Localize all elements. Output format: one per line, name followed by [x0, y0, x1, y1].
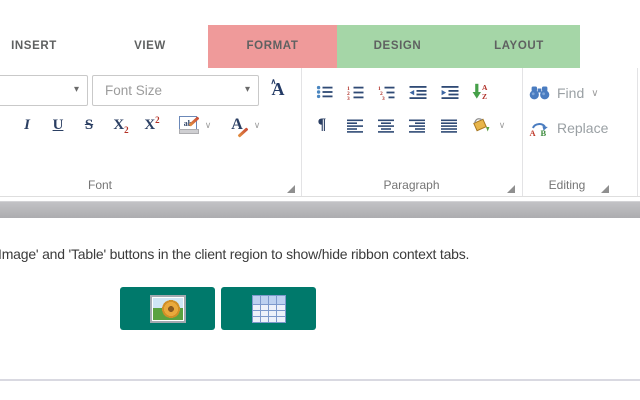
scroll-bar[interactable]	[0, 201, 640, 218]
svg-text:B: B	[541, 128, 547, 137]
highlight-color-dropdown[interactable]: ∨	[201, 112, 215, 138]
increase-indent-button[interactable]	[440, 80, 459, 104]
bullet-list-button[interactable]	[315, 80, 333, 104]
increase-indent-icon	[441, 85, 459, 99]
align-left-button[interactable]	[346, 116, 364, 136]
align-center-icon	[378, 119, 395, 133]
instruction-text: Image' and 'Table' buttons in the client…	[0, 246, 469, 262]
numbered-list-icon: 1 2 3	[347, 85, 364, 100]
font-color-button[interactable]: A	[224, 112, 250, 138]
grow-font-button[interactable]: A ∧	[263, 77, 293, 103]
align-left-icon	[347, 119, 364, 133]
table-button[interactable]	[221, 287, 316, 330]
decrease-indent-icon	[409, 85, 427, 99]
editing-group-label: Editing	[522, 177, 612, 193]
paragraph-group-label: Paragraph	[301, 177, 522, 193]
chevron-down-icon: ∨	[499, 120, 506, 131]
sort-button[interactable]: A Z	[471, 78, 489, 104]
chevron-down-icon: ∨	[254, 120, 261, 131]
find-button[interactable]: Find ∨	[529, 81, 599, 105]
justify-icon	[441, 119, 458, 133]
highlight-color-icon: ab	[179, 116, 197, 130]
align-right-button[interactable]	[408, 116, 426, 136]
sunflower-graphic	[162, 300, 180, 318]
strikethrough-icon: S	[85, 118, 93, 133]
font-color-dropdown[interactable]: ∨	[250, 112, 264, 138]
italic-icon: I	[24, 118, 30, 133]
svg-text:3: 3	[347, 96, 350, 100]
pilcrow-icon: ¶	[318, 117, 327, 133]
bullet-list-icon	[316, 85, 333, 99]
shading-dropdown[interactable]: ∨	[495, 112, 509, 138]
tab-insert[interactable]: INSERT	[0, 25, 94, 68]
find-label: Find	[557, 85, 584, 101]
chevron-down-icon: ∨	[205, 120, 212, 131]
paragraph-marks-button[interactable]: ¶	[313, 112, 331, 138]
client-region-divider	[0, 379, 640, 381]
font-dialog-launcher[interactable]	[287, 185, 295, 193]
table-icon	[252, 295, 286, 323]
ribbon-bottom-border	[0, 196, 640, 197]
underline-button[interactable]: U	[45, 112, 71, 138]
tab-view[interactable]: VIEW	[90, 25, 210, 68]
font-name-input[interactable]	[0, 76, 63, 105]
ribbon-right-border	[637, 68, 638, 197]
image-icon-picture	[153, 298, 183, 320]
svg-text:A: A	[482, 83, 488, 92]
highlight-color-bar	[179, 129, 199, 134]
subscript-button[interactable]: X 2	[108, 112, 134, 138]
svg-text:3: 3	[382, 96, 385, 100]
tab-design[interactable]: DESIGN	[337, 25, 458, 68]
decrease-indent-button[interactable]	[408, 80, 427, 104]
underline-icon: U	[53, 118, 64, 133]
tab-format[interactable]: FORMAT	[208, 25, 337, 68]
superscript-digit: 2	[155, 116, 160, 125]
replace-button[interactable]: A B Replace	[529, 116, 608, 140]
chevron-down-icon[interactable]: ∨	[591, 88, 598, 99]
image-icon	[150, 295, 186, 323]
align-right-icon	[409, 119, 426, 133]
grow-font-caret-icon: ∧	[271, 77, 277, 86]
font-group-label: Font	[0, 177, 200, 193]
subscript-digit: 2	[124, 126, 129, 135]
superscript-icon: X	[144, 118, 155, 133]
replace-label: Replace	[557, 120, 608, 136]
highlight-color-button[interactable]: ab	[176, 110, 200, 136]
justify-button[interactable]	[440, 116, 458, 136]
svg-text:Z: Z	[482, 92, 487, 100]
combo-dropdown-arrow-icon[interactable]: ▾	[245, 76, 250, 103]
font-name-combo[interactable]: ▾	[0, 75, 88, 106]
editing-dialog-launcher[interactable]	[601, 185, 609, 193]
replace-icon: A B	[529, 120, 550, 137]
font-size-combo[interactable]: ▾	[92, 75, 259, 106]
svg-text:A: A	[530, 128, 537, 137]
paragraph-dialog-launcher[interactable]	[507, 185, 515, 193]
multilevel-list-icon: 1 2 3	[378, 85, 395, 100]
strikethrough-button[interactable]: S	[76, 112, 102, 138]
tab-layout[interactable]: LAYOUT	[458, 25, 580, 68]
sort-icon: A Z	[472, 83, 489, 100]
multilevel-list-button[interactable]: 1 2 3	[377, 80, 395, 104]
combo-dropdown-arrow-icon[interactable]: ▾	[74, 76, 79, 103]
italic-button[interactable]: I	[14, 112, 40, 138]
shading-button[interactable]	[471, 114, 490, 136]
app-window: INSERT VIEW FORMAT DESIGN LAYOUT ▾ ▾ A ∧…	[0, 0, 640, 400]
subscript-icon: X	[113, 118, 124, 133]
superscript-button[interactable]: X 2	[139, 112, 165, 138]
binoculars-icon	[529, 86, 550, 100]
align-center-button[interactable]	[377, 116, 395, 136]
shading-icon	[471, 117, 490, 133]
numbered-list-button[interactable]: 1 2 3	[346, 80, 364, 104]
font-size-input[interactable]	[103, 76, 223, 105]
image-button[interactable]	[120, 287, 215, 330]
